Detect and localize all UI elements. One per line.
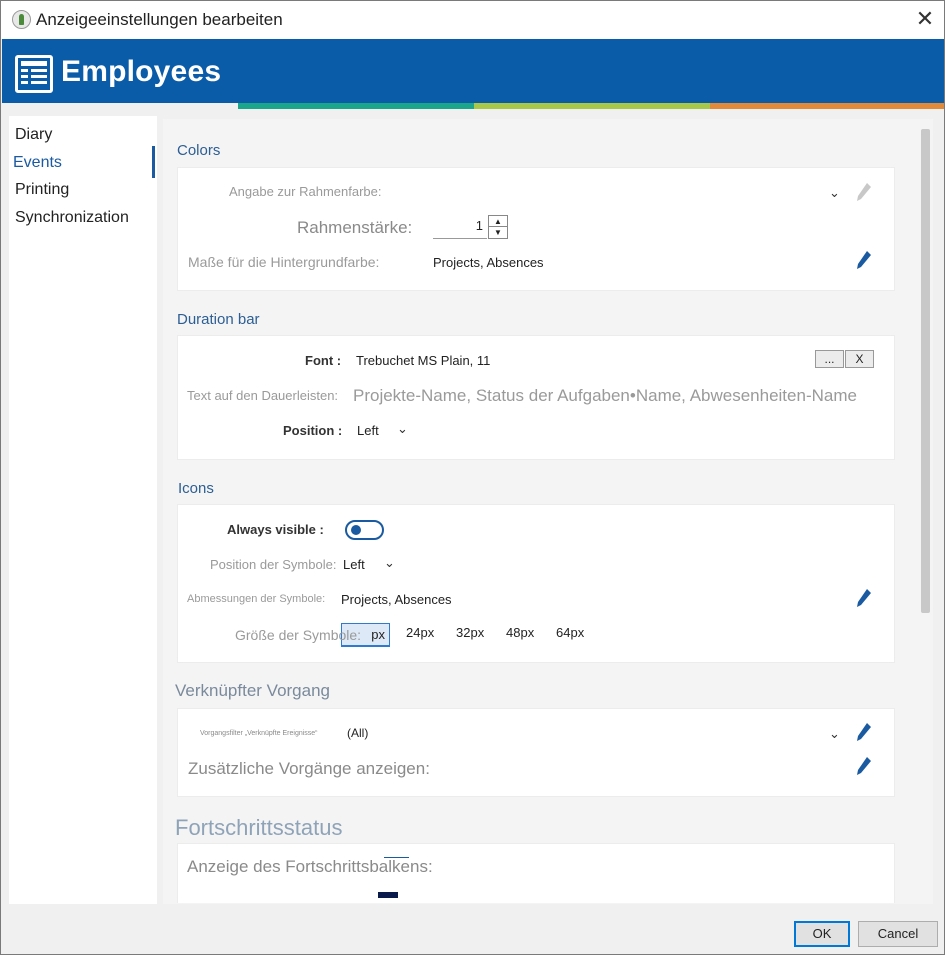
sidebar-item-printing[interactable]: Printing [15, 181, 69, 199]
pencil-icon[interactable] [856, 250, 872, 270]
bg-color-value[interactable]: Projects, Absences [433, 255, 544, 270]
frame-thickness-input[interactable]: 1 [433, 215, 487, 239]
progress-marker [384, 857, 409, 858]
font-value: Trebuchet MS Plain, 11 [356, 353, 491, 368]
section-title-duration-bar: Duration bar [177, 311, 260, 328]
section-title-icons: Icons [178, 480, 214, 497]
close-icon[interactable]: ✕ [913, 7, 937, 31]
frame-thickness-stepper[interactable]: ▲ ▼ [488, 215, 508, 239]
font-clear-button[interactable]: X [845, 350, 874, 368]
font-label: Font : [305, 353, 342, 368]
linked-filter-value[interactable]: (All) [347, 726, 368, 740]
header-stripe [474, 103, 710, 109]
frame-color-label: Angabe zur Rahmenfarbe: [229, 184, 382, 199]
icon-position-label: Position der Symbole: [210, 557, 337, 572]
bg-color-label: Maße für die Hintergrundfarbe: [188, 254, 380, 270]
chevron-down-icon[interactable]: ⌄ [397, 421, 408, 437]
header-banner: Employees [2, 39, 944, 103]
sidebar-item-events[interactable]: Events [13, 154, 62, 172]
sidebar-item-synchronization[interactable]: Synchronization [15, 209, 129, 227]
linked-panel [177, 708, 895, 797]
sidebar: Diary Events Printing Synchronization [9, 116, 157, 904]
font-browse-button[interactable]: ... [815, 350, 844, 368]
chevron-down-icon[interactable]: ⌄ [829, 726, 840, 742]
pencil-icon[interactable] [856, 588, 872, 608]
always-visible-label: Always visible : [227, 522, 324, 537]
icon-size-option[interactable]: 64px [556, 625, 584, 640]
position-select[interactable]: Left [357, 423, 379, 438]
window-title: Anzeigeeinstellungen bearbeiten [36, 10, 283, 29]
frame-thickness-label: Rahmenstärke: [297, 218, 413, 237]
icon-dimensions-value[interactable]: Projects, Absences [341, 592, 452, 607]
header-stripe [238, 103, 474, 109]
pencil-icon[interactable] [856, 722, 872, 742]
banner-title: Employees [61, 55, 222, 88]
chevron-down-icon[interactable]: ⌄ [829, 185, 840, 201]
dialog-window: Anzeigeeinstellungen bearbeiten ✕ Employ… [0, 0, 945, 955]
section-title-progress: Fortschrittsstatus [175, 815, 343, 840]
icon-size-label: Größe der Symbole: [235, 627, 362, 643]
icon-dimensions-label: Abmessungen der Symbole: [187, 593, 326, 605]
duration-text-value[interactable]: Projekte-Name, Status der Aufgaben•Name,… [353, 386, 857, 406]
cancel-button[interactable]: Cancel [858, 921, 938, 947]
header-stripe [710, 103, 944, 109]
table-icon [15, 55, 53, 93]
icon-size-option[interactable]: 24px [406, 625, 434, 640]
sidebar-active-indicator [152, 146, 155, 178]
pencil-icon[interactable] [856, 756, 872, 776]
icon-position-select[interactable]: Left [343, 557, 365, 572]
pencil-icon[interactable] [856, 182, 872, 202]
chevron-down-icon[interactable]: ⌄ [384, 555, 395, 571]
duration-text-label: Text auf den Dauerleisten: [187, 388, 339, 403]
always-visible-toggle[interactable] [345, 520, 384, 540]
progress-bar-swatch[interactable] [378, 892, 398, 898]
stepper-up-icon[interactable]: ▲ [489, 216, 507, 227]
vertical-scrollbar[interactable] [921, 129, 930, 613]
title-bar: Anzeigeeinstellungen bearbeiten ✕ [1, 1, 944, 39]
linked-filter-label: Vorgangsfilter „Verknüpfte Ereignisse“ [200, 730, 318, 737]
app-logo-icon [12, 10, 31, 29]
additional-processes-label: Zusätzliche Vorgänge anzeigen: [188, 759, 430, 778]
position-label: Position : [283, 423, 343, 438]
section-title-linked: Verknüpfter Vorgang [175, 681, 331, 700]
progress-bar-label: Anzeige des Fortschrittsbalkens: [187, 857, 433, 876]
stepper-down-icon[interactable]: ▼ [489, 227, 507, 238]
ok-button[interactable]: OK [794, 921, 850, 947]
icon-size-option[interactable]: 48px [506, 625, 534, 640]
sidebar-item-diary[interactable]: Diary [15, 126, 52, 144]
icon-size-option[interactable]: 32px [456, 625, 484, 640]
section-title-colors: Colors [177, 142, 221, 159]
